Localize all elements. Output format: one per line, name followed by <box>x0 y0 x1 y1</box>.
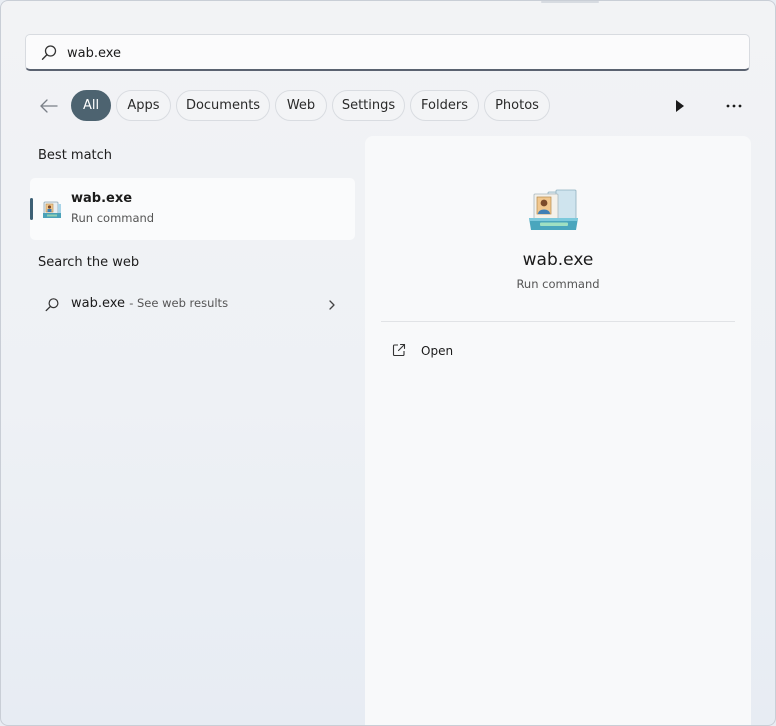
filter-photos[interactable]: Photos <box>484 90 550 121</box>
search-box[interactable] <box>25 34 750 71</box>
back-button[interactable] <box>37 94 61 118</box>
play-button[interactable] <box>669 95 691 117</box>
web-search-result[interactable]: wab.exe - See web results <box>30 288 355 322</box>
address-book-icon <box>41 199 63 221</box>
selection-indicator <box>30 198 33 220</box>
web-search-text: wab.exe - See web results <box>71 296 228 311</box>
best-match-heading: Best match <box>38 148 113 163</box>
details-divider <box>381 321 735 322</box>
web-search-suffix: - See web results <box>129 296 229 310</box>
open-external-icon <box>391 342 407 358</box>
window-grip <box>541 1 599 3</box>
result-type: Run command <box>71 211 155 225</box>
search-input[interactable] <box>67 41 707 65</box>
search-icon <box>44 297 60 313</box>
search-window: All Apps Documents Web Settings Folders … <box>0 0 776 726</box>
address-book-icon <box>526 188 582 234</box>
open-action[interactable]: Open <box>381 335 735 367</box>
filter-apps[interactable]: Apps <box>116 90 171 121</box>
back-arrow-icon <box>40 99 58 113</box>
best-match-result[interactable]: wab.exe Run command <box>30 178 355 240</box>
details-subtitle: Run command <box>516 277 600 291</box>
search-icon <box>40 44 58 62</box>
filter-folders[interactable]: Folders <box>410 90 479 121</box>
details-panel: wab.exe Run command Open <box>365 136 751 725</box>
filter-web[interactable]: Web <box>275 90 327 121</box>
filter-all[interactable]: All <box>71 90 111 121</box>
open-action-label: Open <box>421 344 454 358</box>
filter-settings[interactable]: Settings <box>332 90 405 121</box>
play-icon <box>676 100 684 112</box>
filter-documents[interactable]: Documents <box>176 90 270 121</box>
chevron-right-icon <box>326 297 338 313</box>
more-icon <box>726 104 742 108</box>
search-web-heading: Search the web <box>38 255 140 270</box>
web-search-query: wab.exe <box>71 296 126 311</box>
result-name: wab.exe <box>71 191 133 206</box>
more-options-button[interactable] <box>721 95 747 117</box>
details-title: wab.exe <box>522 250 594 270</box>
